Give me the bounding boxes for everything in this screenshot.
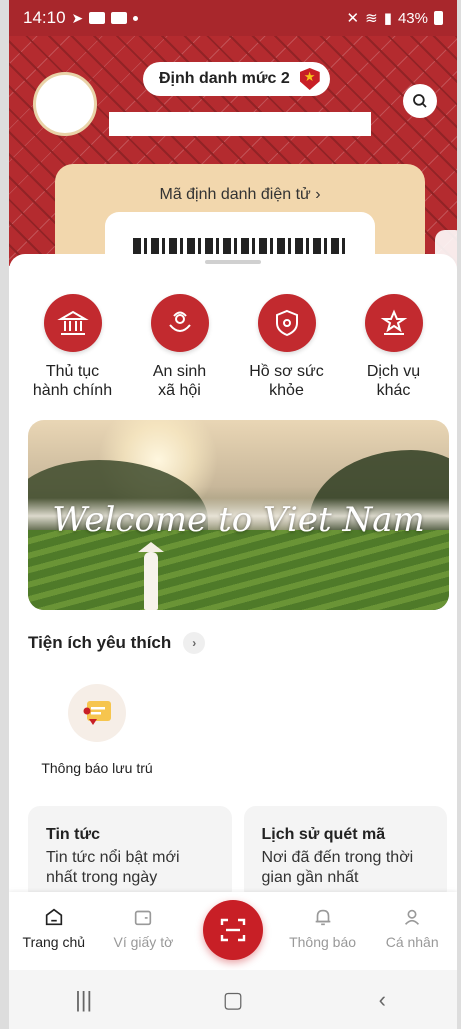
avatar[interactable]	[33, 72, 97, 136]
service-label: Dịch vụ khác	[366, 363, 421, 399]
service-label: Thủ tục hành chính	[32, 363, 113, 399]
search-button[interactable]	[403, 84, 437, 118]
welcome-banner[interactable]: Welcome to Viet Nam	[28, 420, 449, 610]
service-grid: Thủ tục hành chính An sinh xã hội Hồ sơ …	[9, 294, 457, 400]
notification-dot-icon	[133, 15, 139, 21]
signal-icon: ▮	[383, 10, 392, 27]
card-title: Tin tức	[46, 826, 100, 843]
scan-button[interactable]	[188, 892, 278, 960]
banner-caption: Welcome to Viet Nam	[52, 500, 425, 540]
building-icon	[43, 294, 102, 352]
news-card[interactable]: Tin tức Tin tức nổi bật mới nhất trong n…	[28, 806, 232, 902]
chevron-right-icon[interactable]: ›	[183, 632, 206, 654]
social-care-icon	[150, 294, 209, 352]
service-health-records[interactable]: Hồ sơ sức khỏe	[237, 294, 337, 400]
nav-label: Trang chủ	[22, 934, 86, 950]
service-social-security[interactable]: An sinh xã hội	[130, 294, 230, 400]
bell-icon	[315, 909, 330, 926]
scan-history-card[interactable]: Lịch sử quét mã Nơi đã đến trong thời gi…	[243, 806, 447, 902]
gallery-icon	[111, 12, 128, 24]
card-description: Nơi đã đến trong thời gian gần nhất	[261, 849, 414, 886]
favorites-header[interactable]: Tiện ích yêu thích ›	[28, 632, 206, 654]
card-title: Lịch sử quét mã	[261, 826, 386, 843]
service-label: An sinh xã hội	[152, 363, 207, 399]
home-button-icon[interactable]: ▢	[213, 985, 253, 1015]
nav-wallet[interactable]: Ví giấy tờ	[99, 892, 189, 950]
info-cards: Tin tức Tin tức nổi bật mới nhất trong n…	[28, 806, 447, 902]
navigation-arrow-icon: ➤	[71, 9, 84, 26]
id-level-label: Định danh mức 2	[159, 70, 290, 87]
home-icon	[45, 908, 62, 926]
status-time: 14:10	[23, 8, 66, 27]
profile-header: Định danh mức 2 Mã định danh điện tử ›	[9, 36, 457, 266]
nav-label: Thông báo	[289, 934, 357, 950]
favorite-label: Thông báo lưu trú	[41, 760, 153, 776]
health-shield-icon	[257, 294, 316, 352]
battery-icon	[434, 11, 443, 25]
residence-notice-icon	[68, 684, 126, 742]
wifi-icon: ≋	[365, 10, 378, 27]
system-navigation-bar: ||| ▢ ‹	[9, 970, 457, 1029]
nav-notifications[interactable]: Thông báo	[278, 892, 368, 950]
bottom-navigation: Trang chủ Ví giấy tờ Thông báo Cá nhân	[9, 892, 457, 970]
woman-in-ao-dai	[136, 542, 166, 610]
mute-icon: ✕	[346, 10, 360, 27]
nav-home[interactable]: Trang chủ	[9, 892, 99, 950]
recent-apps-icon[interactable]: |||	[64, 985, 104, 1015]
favorites-title: Tiện ích yêu thích	[28, 633, 172, 652]
star-shield-icon	[299, 68, 320, 90]
service-administrative[interactable]: Thủ tục hành chính	[23, 294, 123, 400]
drag-handle[interactable]	[205, 260, 261, 264]
user-name-redacted	[109, 112, 371, 136]
wallet-icon	[135, 910, 152, 926]
id-card-title[interactable]: Mã định danh điện tử ›	[55, 186, 425, 204]
more-services-icon	[364, 294, 423, 352]
service-other[interactable]: Dịch vụ khác	[344, 294, 444, 400]
card-description: Tin tức nổi bật mới nhất trong ngày	[46, 849, 180, 886]
id-level-badge[interactable]: Định danh mức 2	[143, 62, 330, 96]
battery-level: 43%	[397, 9, 428, 27]
app-screen: 14:10 ➤ ✕ ≋ ▮ 43% Định danh mức 2 Mã địn…	[9, 0, 457, 1029]
favorite-residence-notice[interactable]: Thông báo lưu trú	[27, 684, 167, 776]
nav-profile[interactable]: Cá nhân	[367, 892, 457, 950]
user-icon	[405, 909, 420, 925]
electronic-id-card[interactable]: Mã định danh điện tử ›	[55, 164, 457, 266]
nav-label: Ví giấy tờ	[113, 934, 174, 950]
back-icon[interactable]: ‹	[362, 985, 402, 1015]
status-bar: 14:10 ➤ ✕ ≋ ▮ 43%	[9, 0, 457, 36]
qr-scan-icon	[220, 918, 246, 942]
search-icon	[413, 94, 427, 108]
youtube-icon	[89, 12, 106, 24]
nav-label: Cá nhân	[385, 934, 439, 950]
service-label: Hồ sơ sức khỏe	[249, 363, 324, 399]
